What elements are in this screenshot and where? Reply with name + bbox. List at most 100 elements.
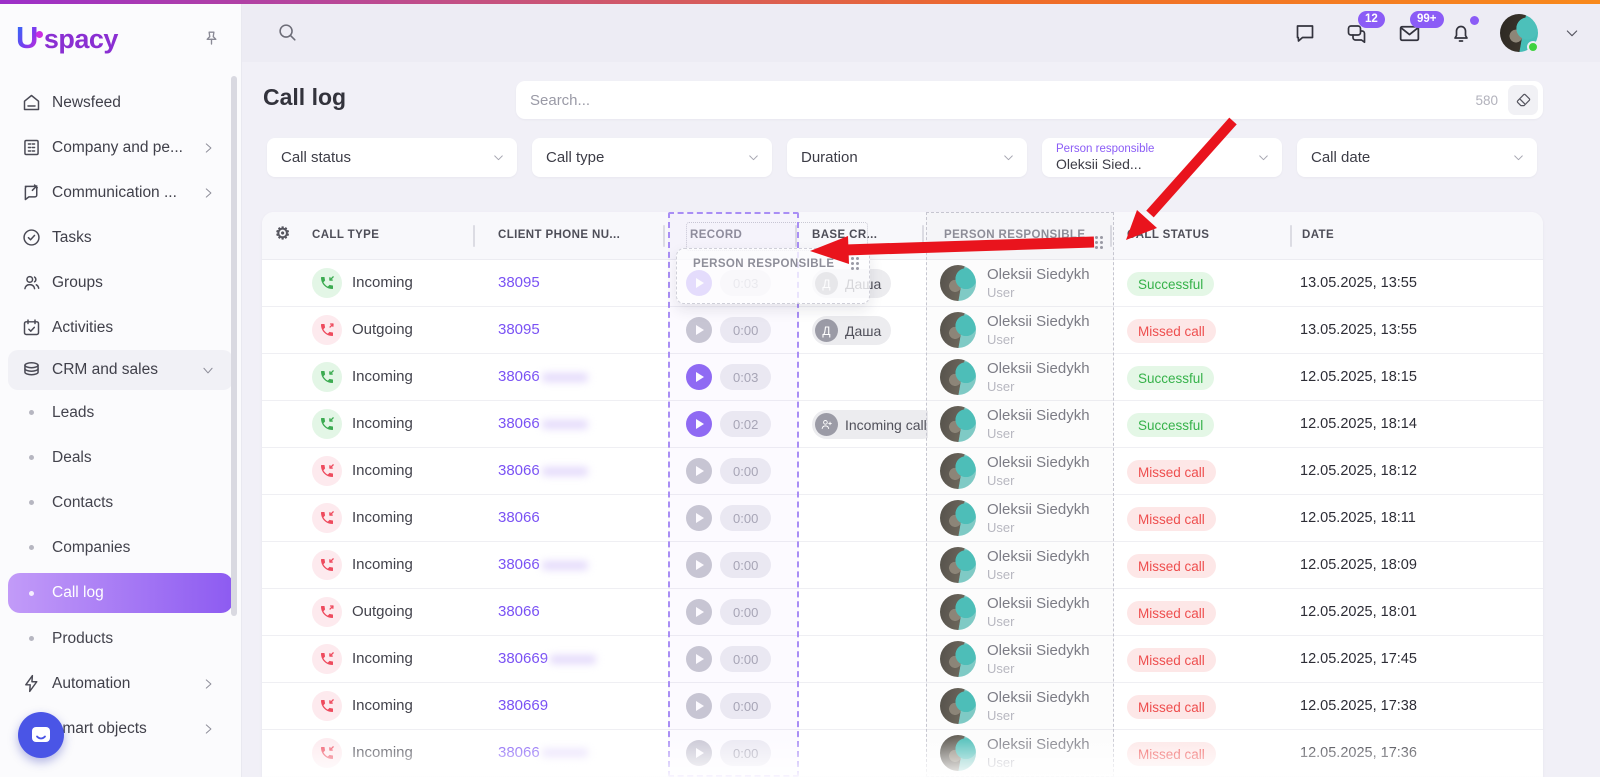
sidebar-item-leads[interactable]: Leads	[0, 390, 241, 435]
bell-icon[interactable]	[1448, 20, 1474, 46]
person-avatar	[940, 265, 976, 301]
dragged-column-ghost[interactable]: PERSON RESPONSIBLE	[676, 248, 870, 304]
column-header-call-status[interactable]: CALL STATUS	[1127, 229, 1209, 241]
client-phone-number[interactable]: 38066	[498, 509, 542, 526]
record-play-button[interactable]	[686, 740, 712, 766]
call-type-label: Outgoing	[352, 321, 413, 338]
sidebar-item-company-and-people[interactable]: Company and pe...	[0, 125, 241, 170]
column-header-date[interactable]: DATE	[1302, 229, 1334, 241]
pin-sidebar-icon[interactable]	[199, 26, 223, 50]
client-phone-number[interactable]: 38066	[498, 744, 588, 761]
record-play-button[interactable]	[686, 646, 712, 672]
person-responsible-cell[interactable]: Oleksii SiedykhUser	[940, 265, 1090, 301]
table-row[interactable]: Incoming 380669 0:00 Oleksii SiedykhUser…	[262, 683, 1543, 730]
table-row[interactable]: Incoming 38066 0:00 Oleksii SiedykhUser …	[262, 542, 1543, 589]
person-responsible-cell[interactable]: Oleksii SiedykhUser	[940, 688, 1090, 724]
global-search-icon[interactable]	[276, 21, 298, 48]
client-phone-number[interactable]: 38066	[498, 368, 588, 385]
sidebar-item-products[interactable]: Products	[0, 616, 241, 661]
base-crm-chip[interactable]: Д Даша	[812, 316, 891, 345]
record-play-button[interactable]	[686, 599, 712, 625]
sidebar-item-activities[interactable]: Activities	[0, 305, 241, 350]
person-responsible-cell[interactable]: Oleksii SiedykhUser	[940, 641, 1090, 677]
sidebar-item-tasks[interactable]: Tasks	[0, 215, 241, 260]
person-responsible-cell[interactable]: Oleksii SiedykhUser	[940, 312, 1090, 348]
client-phone-number[interactable]: 38066	[498, 556, 588, 573]
drag-handle-icon[interactable]	[1095, 236, 1103, 249]
client-phone-number[interactable]: 380669	[498, 650, 596, 667]
client-phone-number[interactable]: 38066	[498, 462, 588, 479]
sidebar-scrollbar[interactable]	[231, 76, 237, 616]
client-phone-number[interactable]: 380669	[498, 697, 550, 714]
person-avatar	[940, 359, 976, 395]
column-header-record[interactable]: RECORD	[690, 229, 742, 241]
sidebar-item-contacts[interactable]: Contacts	[0, 480, 241, 525]
table-row[interactable]: Incoming 38066 0:00 Oleksii SiedykhUser …	[262, 448, 1543, 495]
record-play-button[interactable]	[686, 505, 712, 531]
support-chat-button[interactable]	[18, 712, 64, 758]
table-row[interactable]: Incoming 38066 0:03 Oleksii SiedykhUser …	[262, 354, 1543, 401]
filter-call-date[interactable]: Call date	[1297, 138, 1537, 177]
client-phone-number[interactable]: 38095	[498, 274, 542, 291]
record-play-button[interactable]	[686, 693, 712, 719]
call-type-label: Incoming	[352, 509, 413, 526]
call-direction-icon	[312, 503, 342, 533]
record-play-button[interactable]	[686, 364, 712, 390]
uspacy-logo[interactable]: Uspacy	[16, 20, 118, 56]
chats-icon[interactable]: 12	[1344, 20, 1370, 46]
sidebar-item-deals[interactable]: Deals	[0, 435, 241, 480]
profile-chevron-down-icon[interactable]	[1564, 25, 1580, 41]
table-row[interactable]: Incoming 380669 0:00 Oleksii SiedykhUser…	[262, 636, 1543, 683]
clear-search-button[interactable]	[1508, 85, 1538, 115]
person-responsible-cell[interactable]: Oleksii SiedykhUser	[940, 735, 1090, 771]
record-play-button[interactable]	[686, 317, 712, 343]
column-header-base-crm[interactable]: BASE CR...	[812, 229, 877, 241]
column-header-client-phone[interactable]: CLIENT PHONE NU...	[498, 229, 620, 241]
table-row[interactable]: Incoming 38066 0:00 Oleksii SiedykhUser …	[262, 495, 1543, 542]
base-crm-chip[interactable]: Incoming call	[812, 410, 928, 439]
table-row[interactable]: Incoming 38095 0:03 Д Даша Oleksii Siedy…	[262, 260, 1543, 307]
sidebar-item-companies[interactable]: Companies	[0, 525, 241, 570]
sidebar-item-call-log[interactable]: Call log	[8, 573, 233, 613]
client-phone-number[interactable]: 38066	[498, 603, 542, 620]
sidebar-item-automation[interactable]: Automation	[0, 661, 241, 706]
search-input[interactable]: Search... 580	[516, 81, 1543, 119]
filter-person-responsible[interactable]: Person responsible Oleksii Sied...	[1042, 138, 1282, 177]
client-phone-number[interactable]: 38066	[498, 415, 588, 432]
person-responsible-cell[interactable]: Oleksii SiedykhUser	[940, 500, 1090, 536]
call-date: 12.05.2025, 18:09	[1300, 557, 1417, 573]
table-row[interactable]: Incoming 38066 0:00 Oleksii SiedykhUser …	[262, 730, 1543, 777]
person-responsible-cell[interactable]: Oleksii SiedykhUser	[940, 359, 1090, 395]
client-phone-number[interactable]: 38095	[498, 321, 542, 338]
record-cell: 0:00	[686, 646, 771, 672]
record-play-button[interactable]	[686, 458, 712, 484]
person-responsible-cell[interactable]: Oleksii SiedykhUser	[940, 406, 1090, 442]
table-row[interactable]: Outgoing 38066 0:00 Oleksii SiedykhUser …	[262, 589, 1543, 636]
person-responsible-cell[interactable]: Oleksii SiedykhUser	[940, 594, 1090, 630]
chevron-down-icon	[1512, 151, 1525, 164]
person-responsible-cell[interactable]: Oleksii SiedykhUser	[940, 453, 1090, 489]
sidebar-item-newsfeed[interactable]: Newsfeed	[0, 80, 241, 125]
filter-call-status[interactable]: Call status	[267, 138, 517, 177]
avatar[interactable]	[1500, 14, 1538, 52]
filter-duration[interactable]: Duration	[787, 138, 1027, 177]
person-responsible-cell[interactable]: Oleksii SiedykhUser	[940, 547, 1090, 583]
person-role: User	[987, 614, 1090, 630]
call-direction-icon	[312, 644, 342, 674]
sidebar-item-crm-and-sales[interactable]: CRM and sales	[8, 350, 233, 390]
table-row[interactable]: Outgoing 38095 0:00 Д Даша Oleksii Siedy…	[262, 307, 1543, 354]
record-play-button[interactable]	[686, 411, 712, 437]
mail-icon[interactable]: 99+	[1396, 20, 1422, 46]
sidebar-item-communication[interactable]: Communication ...	[0, 170, 241, 215]
column-header-call-type[interactable]: CALL TYPE	[312, 229, 379, 241]
comment-icon[interactable]	[1292, 20, 1318, 46]
table-row[interactable]: Incoming 38066 0:02 Incoming call Oleksi…	[262, 401, 1543, 448]
filter-call-type[interactable]: Call type	[532, 138, 772, 177]
sidebar-item-groups[interactable]: Groups	[0, 260, 241, 305]
table-settings-gear-icon[interactable]: ⚙	[275, 225, 291, 242]
record-play-button[interactable]	[686, 552, 712, 578]
column-header-person-responsible[interactable]: PERSON RESPONSIBLE	[944, 229, 1103, 249]
record-duration: 0:00	[720, 646, 771, 672]
topbar: 12 99+	[242, 4, 1600, 62]
record-cell: 0:00	[686, 599, 771, 625]
